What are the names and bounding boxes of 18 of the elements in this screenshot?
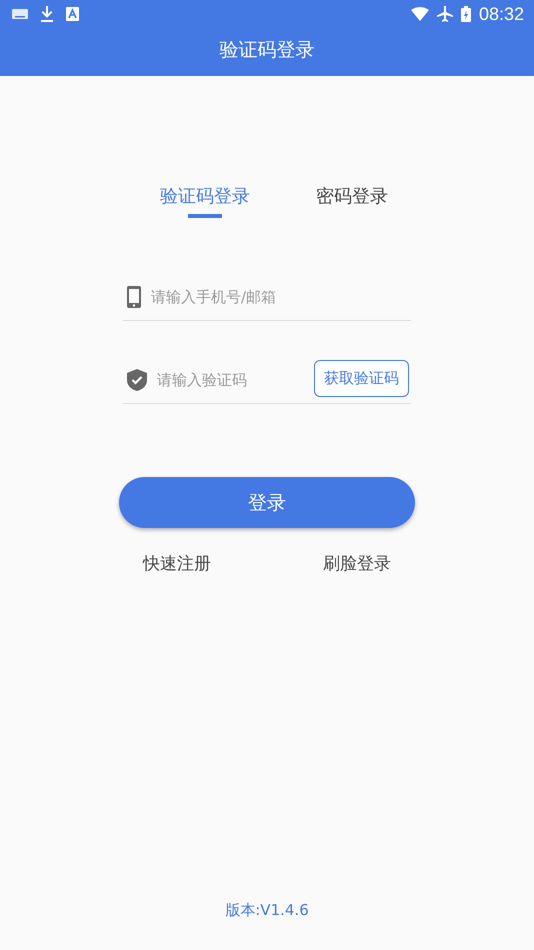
- phone-icon: [127, 286, 141, 308]
- link[interactable]: 快速注册: [143, 552, 211, 575]
- login-button[interactable]: 登录: [119, 477, 415, 528]
- get-code-button[interactable]: 获取验证码: [314, 360, 409, 396]
- link[interactable]: 刷脸登录: [323, 552, 391, 575]
- wifi-icon: [410, 7, 429, 21]
- version-text: 版本:V1.4.6: [225, 901, 309, 920]
- login-tab[interactable]: 密码登录: [316, 180, 388, 218]
- page-title: 验证码登录: [218, 38, 316, 63]
- code-input[interactable]: 请输入验证码: [157, 371, 304, 389]
- keyboard-icon: [12, 9, 28, 19]
- shield-check-icon: [127, 369, 147, 391]
- account-input[interactable]: 请输入手机号/邮箱: [151, 288, 409, 306]
- status-time: 08:32: [478, 4, 524, 24]
- battery-icon: [460, 6, 471, 22]
- font-icon: [66, 7, 79, 21]
- airplane-icon: [436, 6, 453, 22]
- download-icon: [40, 6, 54, 22]
